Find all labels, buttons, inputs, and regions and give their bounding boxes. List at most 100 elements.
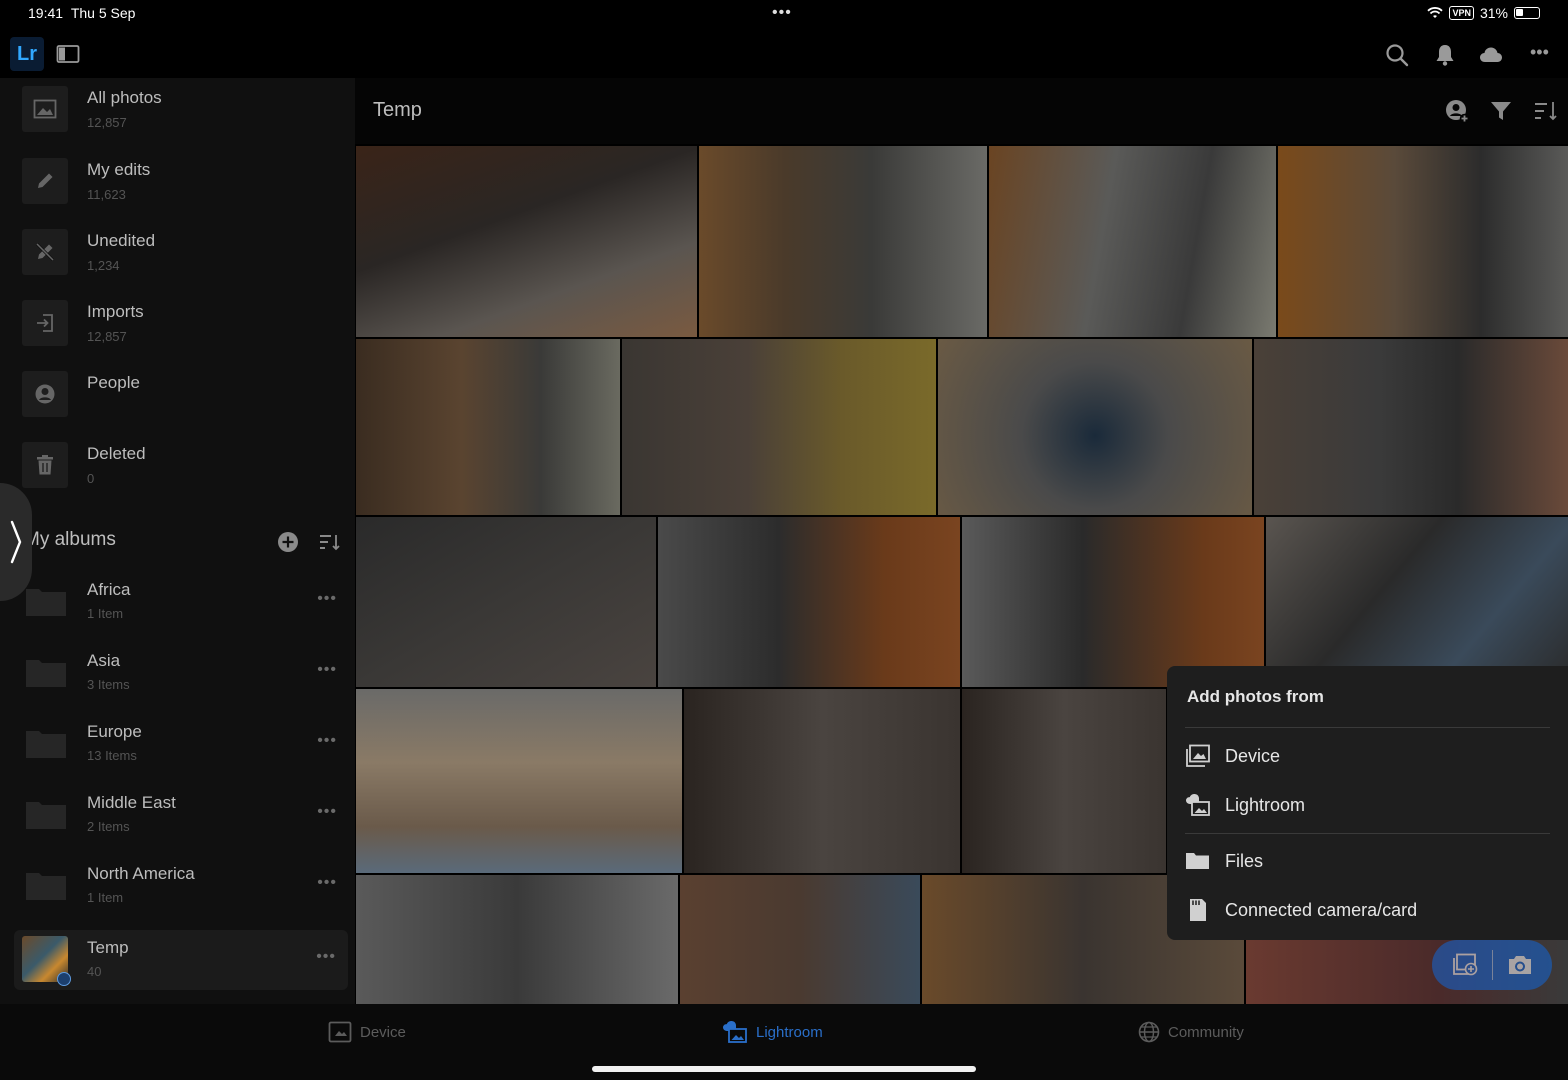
photo-thumbnail[interactable] bbox=[1254, 339, 1568, 515]
add-album-icon[interactable] bbox=[277, 531, 299, 553]
sort-icon[interactable] bbox=[1533, 98, 1559, 124]
photo-thumbnail[interactable] bbox=[962, 689, 1166, 873]
panel-toggle-icon[interactable] bbox=[56, 44, 80, 64]
nav-tab-community[interactable]: Community bbox=[1138, 1020, 1244, 1044]
person-icon bbox=[22, 371, 68, 417]
photo-thumbnail[interactable] bbox=[356, 146, 697, 337]
folder-icon bbox=[26, 589, 66, 616]
album-label: Europe bbox=[87, 722, 142, 741]
sidebar-item-unedited[interactable]: Unedited 1,234 bbox=[0, 221, 355, 291]
fab-separator bbox=[1492, 950, 1493, 980]
menu-item-label: Connected camera/card bbox=[1225, 900, 1418, 920]
album-item-asia[interactable]: Asia 3 Items ••• bbox=[0, 643, 355, 709]
album-item-africa[interactable]: Africa 1 Item ••• bbox=[0, 572, 355, 638]
capture-button-group bbox=[1432, 940, 1552, 990]
album-item-north-america[interactable]: North America 1 Item ••• bbox=[0, 856, 355, 922]
album-label: Temp bbox=[87, 938, 129, 957]
trash-icon bbox=[22, 442, 68, 488]
photo-thumbnail[interactable] bbox=[356, 517, 656, 687]
nav-tab-device[interactable]: Device bbox=[328, 1020, 406, 1044]
nav-tab-lightroom[interactable]: Lightroom bbox=[722, 1020, 823, 1044]
nav-tab-label: Community bbox=[1168, 1023, 1244, 1041]
menu-item-label: Device bbox=[1225, 746, 1281, 766]
album-more-button[interactable]: ••• bbox=[317, 874, 337, 892]
battery-icon bbox=[1514, 7, 1540, 19]
add-photo-icon[interactable] bbox=[1452, 953, 1478, 977]
photo-thumbnail[interactable] bbox=[989, 146, 1276, 337]
album-count: 3 Items bbox=[87, 677, 130, 692]
album-item-middle-east[interactable]: Middle East 2 Items ••• bbox=[0, 785, 355, 851]
sync-badge bbox=[57, 972, 71, 986]
album-count: 40 bbox=[87, 964, 102, 979]
album-more-button[interactable]: ••• bbox=[317, 803, 337, 821]
photo-thumbnail[interactable] bbox=[684, 689, 960, 873]
photo-thumbnail[interactable] bbox=[356, 689, 682, 873]
app-toolbar: Lr ••• bbox=[0, 30, 1568, 78]
home-indicator[interactable] bbox=[592, 1066, 976, 1072]
sd-card-icon bbox=[1190, 899, 1206, 921]
album-more-button[interactable]: ••• bbox=[316, 948, 336, 966]
menu-item-device[interactable]: Device bbox=[1167, 733, 1568, 779]
photo-thumbnail[interactable] bbox=[1278, 146, 1568, 337]
nav-tab-label: Device bbox=[360, 1023, 406, 1041]
sidebar-item-deleted[interactable]: Deleted 0 bbox=[0, 434, 355, 504]
photo-thumbnail[interactable] bbox=[938, 339, 1252, 515]
folder-icon bbox=[26, 873, 66, 900]
sidebar-item-imports[interactable]: Imports 12,857 bbox=[0, 292, 355, 362]
add-person-icon[interactable] bbox=[1444, 98, 1470, 124]
photo-thumbnail[interactable] bbox=[356, 875, 678, 1004]
album-more-button[interactable]: ••• bbox=[317, 661, 337, 679]
menu-item-lightroom[interactable]: Lightroom bbox=[1167, 782, 1568, 828]
sidebar-item-people[interactable]: People bbox=[0, 363, 355, 433]
sidebar-item-count: 1,234 bbox=[87, 258, 120, 273]
album-more-button[interactable]: ••• bbox=[317, 590, 337, 608]
menu-divider bbox=[1185, 727, 1550, 728]
photo-thumbnail[interactable] bbox=[658, 517, 960, 687]
wifi-icon bbox=[1427, 7, 1444, 18]
photo-thumbnail[interactable] bbox=[356, 339, 620, 515]
menu-item-label: Files bbox=[1225, 851, 1264, 871]
photo-thumbnail[interactable] bbox=[699, 146, 987, 337]
photo-thumbnail[interactable] bbox=[680, 875, 920, 1004]
status-indicators: VPN 31% bbox=[1427, 5, 1540, 21]
cloud-icon[interactable] bbox=[1478, 42, 1504, 68]
globe-icon bbox=[1138, 1021, 1160, 1043]
folder-icon bbox=[26, 660, 66, 687]
camera-icon[interactable] bbox=[1507, 953, 1533, 977]
sidebar-item-count: 0 bbox=[87, 471, 95, 486]
album-count: 1 Item bbox=[87, 890, 124, 905]
sort-albums-icon[interactable] bbox=[319, 532, 341, 552]
menu-item-files[interactable]: Files bbox=[1167, 838, 1568, 884]
sidebar: All photos 12,857 My edits 11,623 Unedit… bbox=[0, 78, 355, 1004]
folder-icon bbox=[1186, 853, 1209, 869]
album-item-temp[interactable]: Temp 40 ••• bbox=[14, 930, 348, 990]
album-label: Africa bbox=[87, 580, 131, 599]
sidebar-collapse-tab[interactable] bbox=[0, 483, 32, 601]
album-item-europe[interactable]: Europe 13 Items ••• bbox=[0, 714, 355, 780]
sidebar-item-count: 11,623 bbox=[87, 187, 126, 202]
status-time: 19:41 Thu 5 Sep bbox=[28, 5, 136, 21]
photo-thumbnail[interactable] bbox=[1266, 517, 1568, 687]
more-icon[interactable]: ••• bbox=[1530, 42, 1549, 68]
sidebar-item-my-edits[interactable]: My edits 11,623 bbox=[0, 150, 355, 220]
sidebar-item-all-photos[interactable]: All photos 12,857 bbox=[0, 78, 355, 148]
album-label: Middle East bbox=[87, 793, 176, 812]
album-more-button[interactable]: ••• bbox=[317, 732, 337, 750]
menu-title: Add photos from bbox=[1187, 687, 1324, 706]
status-bar: 19:41 Thu 5 Sep ••• VPN 31% bbox=[0, 0, 1568, 28]
album-count: 1 Item bbox=[87, 606, 124, 621]
folder-icon bbox=[26, 731, 66, 758]
filter-icon[interactable] bbox=[1488, 98, 1514, 124]
photo-thumbnail[interactable] bbox=[622, 339, 936, 515]
sidebar-item-count: 12,857 bbox=[87, 115, 127, 130]
multitasking-dots[interactable]: ••• bbox=[772, 4, 792, 22]
menu-divider bbox=[1185, 833, 1550, 834]
photo-thumbnail[interactable] bbox=[962, 517, 1264, 687]
albums-header: My albums bbox=[0, 518, 355, 564]
menu-item-connected-camera-card[interactable]: Connected camera/card bbox=[1167, 887, 1568, 933]
search-icon[interactable] bbox=[1384, 42, 1410, 68]
page-title: Temp bbox=[373, 99, 422, 121]
menu-item-label: Lightroom bbox=[1225, 795, 1306, 815]
vpn-badge: VPN bbox=[1449, 6, 1474, 20]
bell-icon[interactable] bbox=[1432, 42, 1458, 68]
